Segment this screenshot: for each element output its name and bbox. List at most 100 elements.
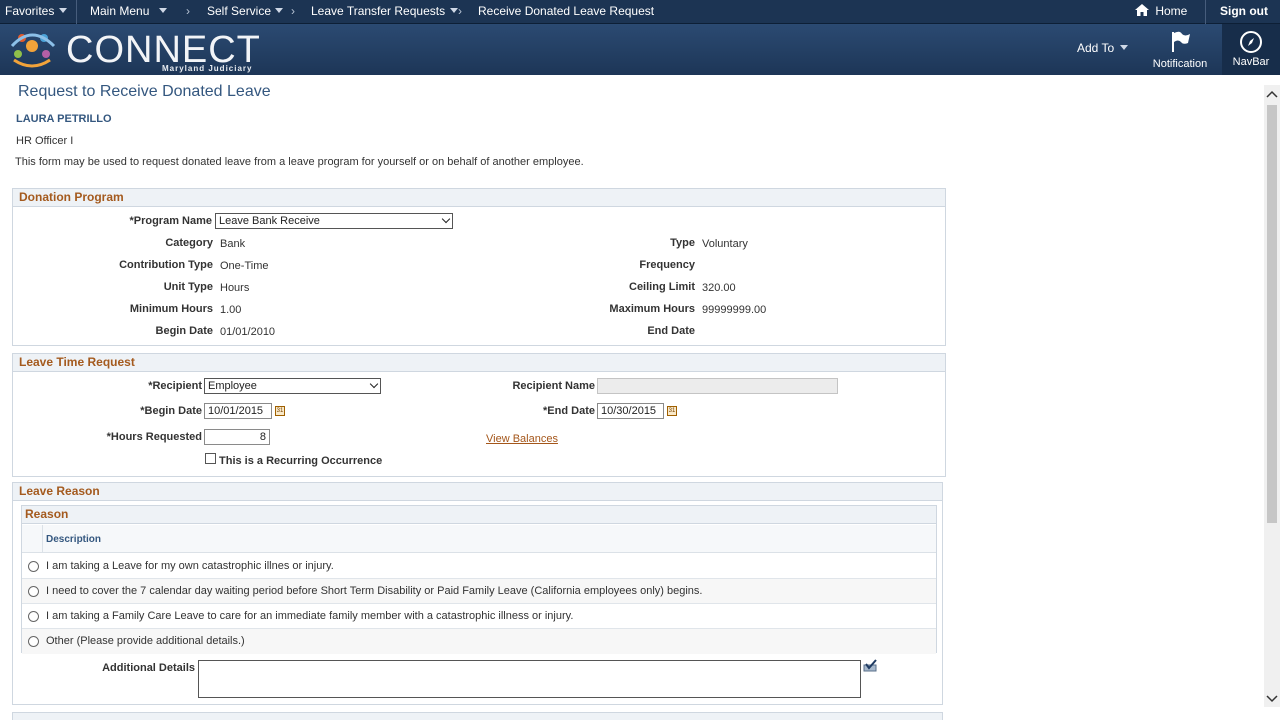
unit-type-value: Hours <box>220 282 250 294</box>
sign-out-link[interactable]: Sign out <box>1220 4 1268 18</box>
table-row[interactable]: I am taking a Leave for my own catastrop… <box>22 554 936 579</box>
table-row[interactable]: I need to cover the 7 calendar day waiti… <box>22 579 936 604</box>
reason-radio[interactable] <box>28 611 39 622</box>
logo-subtitle: Maryland Judiciary <box>162 64 253 73</box>
connect-logo: CONNECT Maryland Judiciary <box>4 24 264 75</box>
chevron-down-icon <box>450 8 459 13</box>
compass-icon <box>1240 31 1262 53</box>
section-header: Leave Reason <box>13 483 942 501</box>
breadcrumb-separator-icon: › <box>291 4 295 18</box>
navbar-button[interactable]: NavBar <box>1222 24 1280 75</box>
ceiling-limit-label: Ceiling Limit <box>629 281 695 293</box>
reason-radio[interactable] <box>28 561 39 572</box>
page-description: This form may be used to request donated… <box>15 156 584 168</box>
section-header <box>13 713 942 720</box>
ceiling-limit-value: 320.00 <box>702 282 736 294</box>
main-menu-label: Main Menu <box>90 4 150 18</box>
breadcrumb-current-page: Receive Donated Leave Request <box>478 4 655 18</box>
calendar-icon[interactable]: 31 <box>275 406 285 416</box>
chevron-down-icon <box>159 8 168 13</box>
description-column-header: Description <box>46 534 102 545</box>
contribution-type-value: One-Time <box>220 260 269 272</box>
program-name-label: *Program Name <box>129 215 212 227</box>
begin-date-label: Begin Date <box>155 325 213 337</box>
begin-date-label: *Begin Date <box>140 405 202 417</box>
divider <box>76 0 77 24</box>
reason-text: I need to cover the 7 calendar day waiti… <box>46 585 703 597</box>
home-icon <box>1135 4 1149 16</box>
breadcrumb-leave-transfer[interactable]: Leave Transfer Requests <box>311 4 459 18</box>
grid-title: Reason <box>22 506 936 524</box>
minimum-hours-value: 1.00 <box>220 304 242 316</box>
maximum-hours-value: 99999999.00 <box>702 304 767 316</box>
contribution-type-label: Contribution Type <box>119 259 213 271</box>
reason-grid: Reason Description I am taking a Leave f… <box>21 505 937 654</box>
add-to-label: Add To <box>1077 41 1115 55</box>
begin-date-input-value: 10/01/2015 <box>208 405 264 417</box>
main-menu[interactable]: Main Menu <box>90 4 168 18</box>
end-date-label: *End Date <box>543 405 595 417</box>
chevron-down-icon <box>275 8 284 13</box>
breadcrumb-separator-icon: › <box>186 4 190 18</box>
section-header: Donation Program <box>13 189 945 207</box>
column-divider <box>42 525 43 553</box>
type-label: Type <box>670 237 695 249</box>
hours-requested-input[interactable]: 8 <box>204 429 270 445</box>
begin-date-input[interactable]: 10/01/2015 <box>204 403 272 419</box>
self-service-label: Self Service <box>207 4 272 18</box>
scrollbar-thumb[interactable] <box>1267 105 1277 523</box>
unit-type-label: Unit Type <box>163 281 213 293</box>
program-name-select[interactable]: Leave Bank Receive <box>215 213 453 229</box>
breadcrumb-self-service[interactable]: Self Service <box>207 4 284 18</box>
hours-requested-value: 8 <box>259 431 266 443</box>
table-row[interactable]: I am taking a Family Care Leave to care … <box>22 604 936 629</box>
add-to-menu[interactable]: Add To <box>1077 41 1129 55</box>
vertical-scrollbar[interactable] <box>1264 85 1280 707</box>
header-banner: CONNECT Maryland Judiciary Add To Notifi… <box>0 24 1280 75</box>
chevron-down-icon <box>59 8 68 13</box>
calendar-icon[interactable]: 31 <box>667 406 677 416</box>
logo-mark-icon <box>10 33 56 68</box>
navbar-label: NavBar <box>1232 56 1270 68</box>
recipient-name-input[interactable] <box>597 378 838 394</box>
additional-details-textarea[interactable] <box>198 660 861 698</box>
maximum-hours-label: Maximum Hours <box>609 303 695 315</box>
scroll-up-icon[interactable] <box>1266 90 1278 98</box>
reason-text: Other (Please provide additional details… <box>46 635 245 647</box>
category-value: Bank <box>220 238 246 250</box>
category-label: Category <box>165 237 213 249</box>
donation-program-section: Donation Program *Program Name Leave Ban… <box>12 188 946 346</box>
home-label: Home <box>1155 4 1188 18</box>
main-content: Request to Receive Donated Leave LAURA P… <box>0 75 1264 720</box>
recurring-label: This is a Recurring Occurrence <box>219 455 383 467</box>
comments-section-partial <box>12 712 943 720</box>
reason-radio[interactable] <box>28 586 39 597</box>
section-header: Leave Time Request <box>13 354 945 372</box>
reason-radio[interactable] <box>28 636 39 647</box>
spell-check-icon[interactable] <box>862 658 878 674</box>
minimum-hours-label: Minimum Hours <box>129 303 213 315</box>
scroll-down-icon[interactable] <box>1266 695 1278 703</box>
view-balances-link[interactable]: View Balances <box>486 433 558 445</box>
leave-time-request-section: Leave Time Request *Recipient Employee R… <box>12 353 946 477</box>
additional-details-label: Additional Details <box>102 662 195 674</box>
type-value: Voluntary <box>702 238 748 250</box>
recipient-select[interactable]: Employee <box>204 378 381 394</box>
job-title: HR Officer I <box>16 135 74 147</box>
home-link[interactable]: Home <box>1135 4 1187 18</box>
recurring-checkbox[interactable] <box>205 453 216 464</box>
end-date-input[interactable]: 10/30/2015 <box>597 403 664 419</box>
hours-requested-label: *Hours Requested <box>106 431 202 443</box>
frequency-label: Frequency <box>639 259 695 271</box>
recipient-label: *Recipient <box>148 380 202 392</box>
grid-column-header: Description <box>22 525 936 553</box>
table-row[interactable]: Other (Please provide additional details… <box>22 629 936 654</box>
program-name-value: Leave Bank Receive <box>219 215 320 227</box>
leave-transfer-label: Leave Transfer Requests <box>311 4 446 18</box>
end-date-input-value: 10/30/2015 <box>601 405 657 417</box>
favorites-menu[interactable]: Favorites <box>5 4 68 18</box>
chevron-down-icon <box>441 214 451 224</box>
page-title: Request to Receive Donated Leave <box>18 83 271 100</box>
notification-button[interactable]: Notification <box>1145 28 1215 70</box>
chevron-down-icon <box>369 379 379 389</box>
